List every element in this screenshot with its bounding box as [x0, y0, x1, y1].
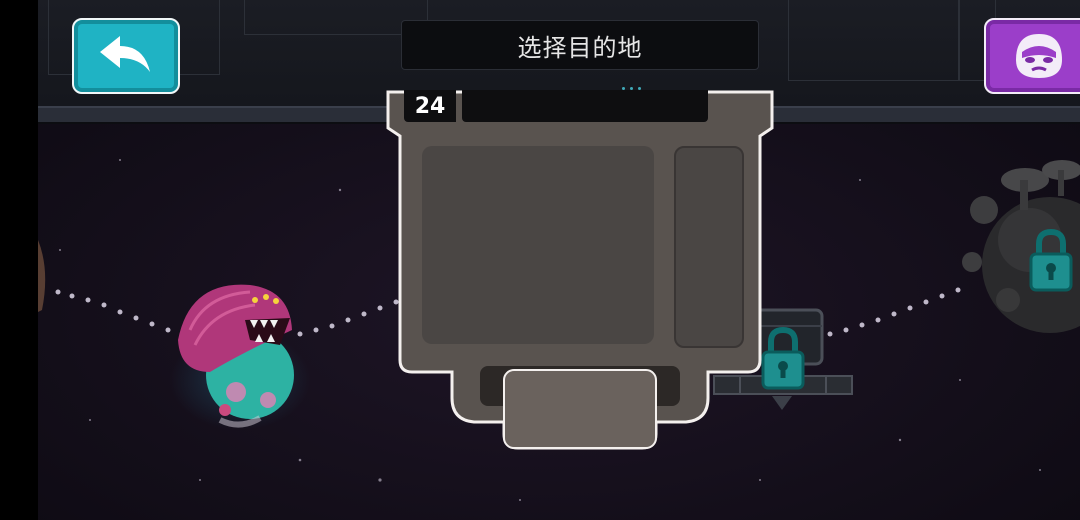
back-arrow-icon — [100, 36, 150, 72]
destination-name-strip — [462, 90, 708, 122]
device-side-screen — [674, 146, 744, 348]
profile-button[interactable] — [984, 18, 1080, 94]
lock-icon — [1029, 228, 1073, 292]
left-edge-bar — [0, 0, 38, 520]
astronaut-face-icon — [1016, 34, 1062, 78]
lock-icon — [761, 326, 805, 390]
destination-number: 24 — [404, 90, 456, 122]
page-title: 选择目的地 — [401, 20, 759, 70]
back-button[interactable] — [72, 18, 180, 94]
device-main-screen — [422, 146, 654, 344]
